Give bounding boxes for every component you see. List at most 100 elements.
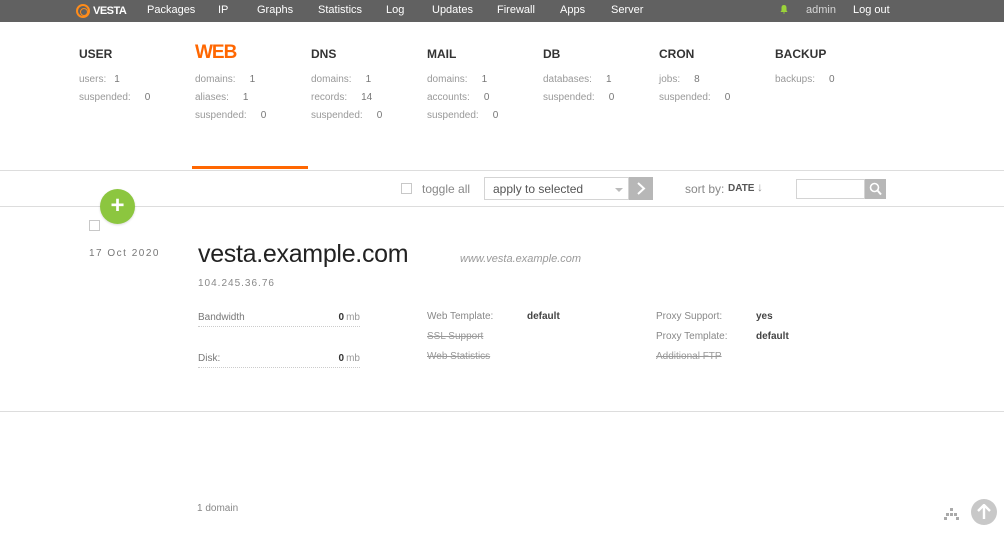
stat-label: domains: [311,74,352,85]
stat-row: domains: 1 [195,71,305,89]
stat-label: jobs: [659,74,681,85]
stat-label: accounts: [427,92,470,103]
user-link[interactable]: admin [806,4,836,16]
stat-mail[interactable]: MAIL domains: 1 accounts: 0 suspended: 0 [427,46,537,125]
bandwidth-value: 0 [338,312,344,323]
stat-label: suspended: [311,110,363,121]
nav-ip[interactable]: IP [218,4,228,16]
toggle-all-checkbox[interactable] [401,183,412,194]
bandwidth-label: Bandwidth [198,312,245,323]
sort-field-button[interactable]: DATE [728,183,754,194]
web-statistics-label: Web Statistics [427,351,491,362]
stat-row: users: 1 [79,71,189,89]
nav-packages[interactable]: Packages [147,4,195,16]
stat-row: databases: 1 [543,71,653,89]
nav-firewall[interactable]: Firewall [497,4,535,16]
toolbar-divider-bottom [0,206,1004,207]
stat-title: BACKUP [775,47,827,61]
stat-row: domains: 1 [311,71,421,89]
stat-backup[interactable]: BACKUP backups: 0 [775,46,885,89]
stat-label: domains: [195,74,236,85]
stat-title: USER [79,47,113,61]
stat-title: WEB [195,42,237,63]
add-domain-button[interactable]: + [100,189,135,224]
toolbar-divider-top [0,170,1004,171]
stat-web[interactable]: WEB domains: 1 aliases: 1 suspended: 0 [195,42,305,125]
row-checkbox[interactable] [89,220,100,231]
nav-graphs[interactable]: Graphs [257,4,293,16]
bandwidth-meter: Bandwidth 0 mb [198,308,360,327]
stat-row: suspended: 0 [659,89,769,107]
disk-label: Disk: [198,353,221,364]
web-template-label: Web Template: [427,311,494,322]
stat-value: 0 [724,92,731,103]
stat-value: 0 [492,110,499,121]
domain-name[interactable]: vesta.example.com [198,240,409,269]
search-input[interactable] [796,179,865,199]
search-button[interactable] [865,179,886,199]
stat-row: suspended: 0 [195,107,305,125]
stat-value: 1 [114,74,120,85]
disk-unit: mb [346,353,360,364]
proxy-template-label: Proxy Template: [656,331,728,342]
stat-row: records: 14 [311,89,421,107]
logout-link[interactable]: Log out [853,4,890,16]
row-date: 17 Oct 2020 [89,248,160,259]
disk-value: 0 [338,353,344,364]
nav-log[interactable]: Log [386,4,404,16]
nav-updates[interactable]: Updates [432,4,473,16]
stat-title: DB [543,47,561,61]
stat-row: accounts: 0 [427,89,537,107]
bandwidth-unit: mb [346,312,360,323]
toggle-all-label[interactable]: toggle all [422,182,470,196]
sort-direction-icon[interactable]: ↓ [757,180,763,194]
apply-button[interactable] [629,177,653,200]
stat-value: 1 [249,74,256,85]
vesta-logo[interactable]: VESTA [76,3,127,19]
stat-label: suspended: [427,110,479,121]
stat-db[interactable]: DB databases: 1 suspended: 0 [543,46,653,107]
stat-value: 0 [376,110,383,121]
domain-alias: www.vesta.example.com [460,253,582,265]
stat-label: suspended: [79,92,131,103]
nav-statistics[interactable]: Statistics [318,4,362,16]
shortcuts-icon[interactable] [944,507,960,520]
arrow-up-icon [977,504,991,519]
stat-row: domains: 1 [427,71,537,89]
plus-icon: + [110,192,125,219]
nav-apps[interactable]: Apps [560,4,585,16]
bell-icon[interactable] [780,5,788,14]
proxy-support-value: yes [756,311,773,322]
disk-meter: Disk: 0 mb [198,349,360,368]
stat-row: suspended: 0 [79,89,189,107]
active-tab-indicator [192,166,308,169]
nav-server[interactable]: Server [611,4,643,16]
stat-row: jobs: 8 [659,71,769,89]
proxy-support-label: Proxy Support: [656,311,723,322]
stat-value: 8 [694,74,700,85]
stat-value: 1 [481,74,488,85]
sort-label: sort by: [685,182,725,196]
logo-text: VESTA [93,5,127,17]
stat-user[interactable]: USER users: 1 suspended: 0 [79,46,189,107]
bulk-action-value: apply to selected [493,182,584,196]
domain-ip: 104.245.36.76 [198,278,275,289]
ssl-support-label: SSL Support [427,331,484,342]
bulk-action-select[interactable]: apply to selected [484,177,629,200]
caret-down-icon [615,188,623,192]
stat-value: 0 [144,92,151,103]
additional-ftp-label: Additional FTP [656,351,722,362]
stat-label: suspended: [543,92,595,103]
stat-title: CRON [659,47,695,61]
stat-cron[interactable]: CRON jobs: 8 suspended: 0 [659,46,769,107]
stat-label: domains: [427,74,468,85]
stat-row: suspended: 0 [311,107,421,125]
scroll-to-top-button[interactable] [971,499,997,525]
stat-label: aliases: [195,92,229,103]
stat-title: MAIL [427,47,457,61]
stat-value: 1 [365,74,372,85]
stat-dns[interactable]: DNS domains: 1 records: 14 suspended: 0 [311,46,421,125]
logo-icon [76,4,90,18]
stat-row: aliases: 1 [195,89,305,107]
stat-row: suspended: 0 [427,107,537,125]
